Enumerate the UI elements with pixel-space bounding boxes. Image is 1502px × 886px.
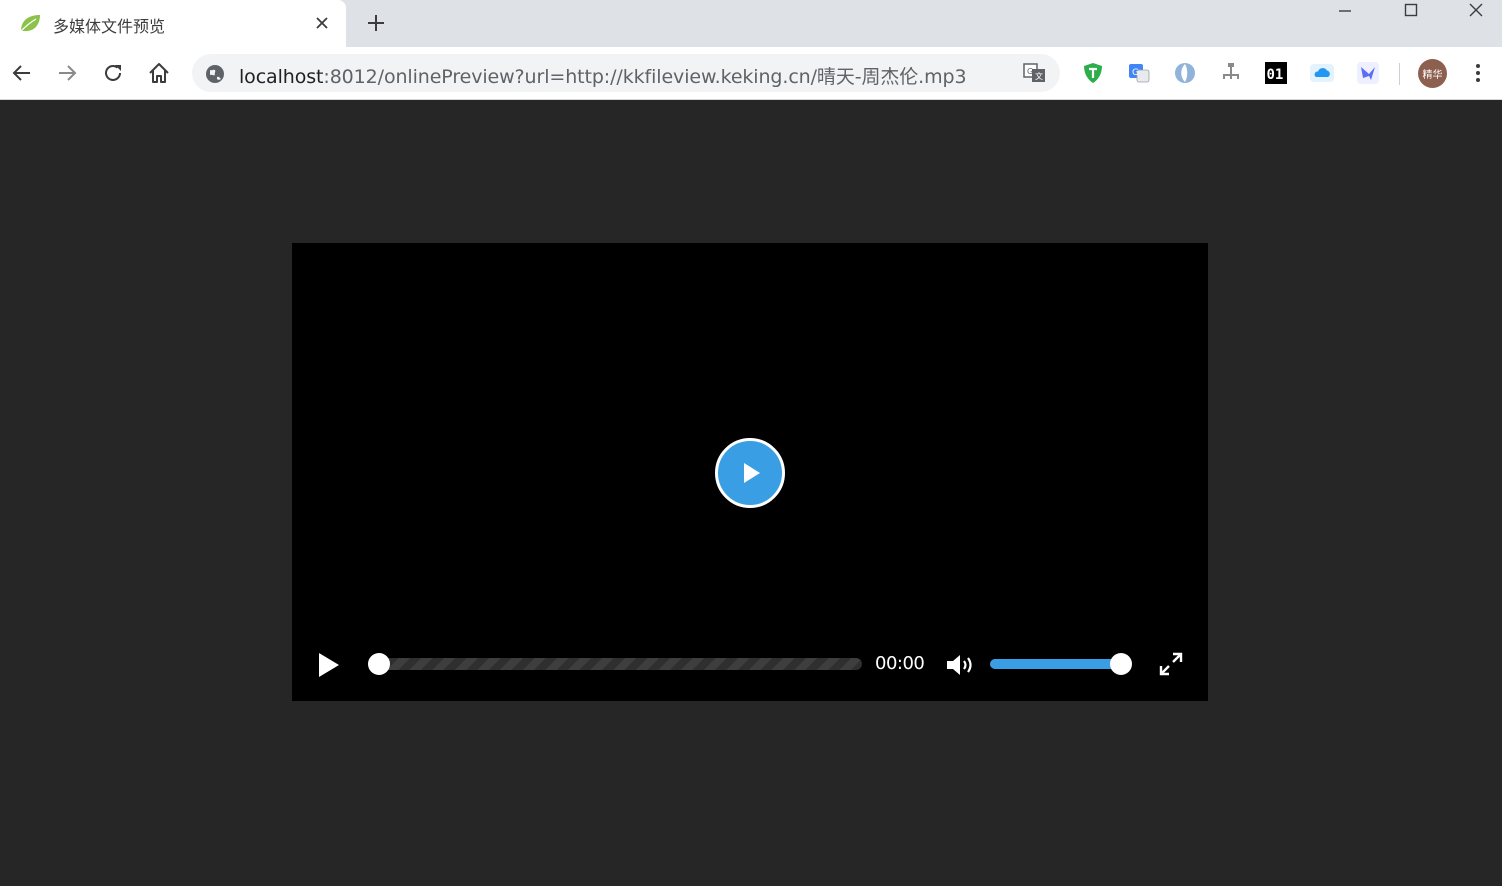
- url-text[interactable]: localhost:8012/onlinePreview?url=http://…: [239, 62, 967, 89]
- cloud-icon[interactable]: [1309, 60, 1335, 86]
- profile-avatar[interactable]: 精华: [1418, 59, 1447, 88]
- forward-arrow-icon[interactable]: [53, 59, 81, 87]
- tree-network-icon[interactable]: [1218, 60, 1244, 86]
- browser-tab[interactable]: 多媒体文件预览: [0, 0, 346, 47]
- volume-slider[interactable]: [990, 653, 1132, 675]
- fullscreen-button[interactable]: [1156, 649, 1186, 679]
- toolbar-divider: [1399, 63, 1400, 85]
- minimize-icon[interactable]: [1320, 0, 1370, 20]
- fullscreen-icon: [1159, 652, 1183, 676]
- volume-thumb[interactable]: [1110, 653, 1132, 675]
- address-bar[interactable]: localhost:8012/onlinePreview?url=http://…: [192, 54, 1060, 92]
- tab-strip: 多媒体文件预览: [0, 0, 1502, 47]
- play-button[interactable]: [312, 648, 346, 682]
- google-translate-icon[interactable]: G: [1126, 60, 1152, 86]
- translate-page-icon[interactable]: G 文: [1023, 62, 1047, 84]
- close-window-icon[interactable]: [1451, 0, 1501, 20]
- kebab-menu-icon[interactable]: [1466, 59, 1490, 87]
- back-arrow-icon[interactable]: [8, 59, 36, 87]
- svg-text:G: G: [1027, 67, 1033, 76]
- tab-title: 多媒体文件预览: [53, 17, 166, 36]
- volume-fill: [990, 659, 1121, 669]
- adguard-shield-icon[interactable]: [1080, 60, 1106, 86]
- spring-leaf-icon: [20, 15, 40, 32]
- profile-avatar-label: 精华: [1422, 70, 1443, 81]
- volume-button[interactable]: [944, 650, 976, 680]
- play-icon: [319, 653, 339, 677]
- site-info-globe-icon[interactable]: [204, 63, 226, 85]
- seek-thumb[interactable]: [368, 653, 390, 675]
- play-icon: [744, 463, 760, 483]
- volume-icon: [947, 655, 972, 675]
- url-host: localhost: [239, 66, 324, 88]
- seek-bar[interactable]: [368, 653, 862, 675]
- svg-text:G: G: [1132, 68, 1139, 78]
- binary-01-icon[interactable]: 01: [1263, 60, 1289, 86]
- big-play-button[interactable]: [715, 438, 785, 508]
- home-icon[interactable]: [145, 59, 173, 87]
- svg-text:01: 01: [1267, 67, 1284, 83]
- new-tab-icon[interactable]: [362, 9, 390, 37]
- media-player[interactable]: 00:00: [292, 243, 1208, 701]
- reload-icon[interactable]: [99, 59, 127, 87]
- current-time: 00:00: [875, 653, 925, 674]
- svg-text:文: 文: [1035, 71, 1043, 81]
- circle-logo-icon[interactable]: [1172, 60, 1198, 86]
- maximize-icon[interactable]: [1386, 0, 1436, 20]
- close-tab-icon[interactable]: [310, 11, 334, 35]
- bird-logo-icon[interactable]: [1355, 60, 1381, 86]
- browser-toolbar: localhost:8012/onlinePreview?url=http://…: [0, 47, 1502, 100]
- url-path: :8012/onlinePreview?url=http://kkfilevie…: [323, 66, 967, 88]
